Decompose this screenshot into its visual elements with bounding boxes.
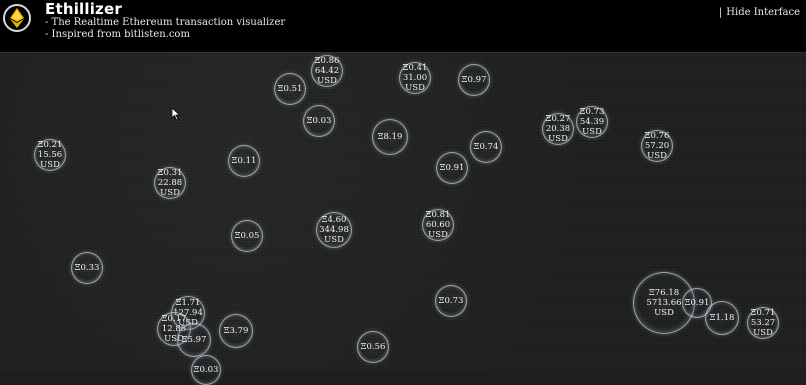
transaction-bubble[interactable]: Ξ0.03 [191, 355, 221, 385]
transaction-bubble[interactable]: Ξ5.97 [177, 323, 211, 357]
header-bar: Ethillizer - The Realtime Ethereum trans… [0, 0, 806, 53]
bubble-eth-value: Ξ0.17 [161, 314, 187, 324]
transaction-bubble[interactable]: Ξ1.18 [705, 301, 739, 335]
bubble-eth-value: Ξ0.51 [277, 84, 303, 94]
transaction-bubble[interactable]: Ξ0.05 [231, 220, 263, 252]
transaction-bubble[interactable]: Ξ0.03 [303, 105, 335, 137]
bubble-usd-value: 20.38 [545, 124, 571, 134]
bubble-unit-value: USD [548, 134, 568, 144]
subtitle-line: - Inspired from bitlisten.com [45, 29, 190, 40]
bubble-unit-value: USD [753, 328, 773, 338]
bubble-unit-value: USD [428, 230, 448, 240]
bubble-eth-value: Ξ0.74 [473, 142, 499, 152]
transaction-bubble[interactable]: Ξ0.21 15.56 USD [34, 139, 66, 171]
mouse-pointer-icon [172, 108, 181, 121]
bubble-eth-value: Ξ0.33 [74, 263, 100, 273]
bubble-unit-value: USD [40, 160, 60, 170]
transaction-bubble[interactable]: Ξ0.11 [228, 145, 260, 177]
transaction-bubble[interactable]: Ξ3.79 [219, 314, 253, 348]
transaction-bubble[interactable]: Ξ0.73 54.39 USD [576, 106, 608, 138]
bubble-unit-value: USD [647, 151, 667, 161]
bubble-unit-value: USD [317, 76, 337, 86]
transaction-bubble[interactable]: Ξ0.86 64.42 USD [311, 55, 343, 87]
bubble-usd-value: 31.00 [402, 73, 428, 83]
app-title: Ethillizer [45, 0, 122, 18]
transaction-bubble[interactable]: Ξ0.41 31.00 USD [399, 62, 431, 94]
separator: | [718, 7, 723, 18]
bubble-usd-value: 64.42 [314, 66, 340, 76]
transaction-bubble[interactable]: Ξ0.91 [436, 152, 468, 184]
bubble-usd-value: 60.60 [425, 220, 451, 230]
bubble-eth-value: Ξ0.27 [545, 114, 571, 124]
bubble-eth-value: Ξ0.05 [234, 231, 260, 241]
transaction-bubble[interactable]: Ξ0.81 60.60 USD [422, 209, 454, 241]
bubble-eth-value: Ξ0.03 [306, 116, 332, 126]
bubble-eth-value: Ξ0.76 [644, 131, 670, 141]
bubble-eth-value: Ξ0.11 [231, 156, 257, 166]
transaction-bubble[interactable]: Ξ0.31 22.88 USD [154, 167, 186, 199]
bubble-eth-value: Ξ4.60 [321, 215, 347, 225]
bubble-eth-value: Ξ5.97 [181, 335, 207, 345]
bubble-unit-value: USD [654, 308, 674, 318]
bubble-usd-value: 344.98 [319, 225, 349, 235]
transaction-bubble[interactable]: Ξ0.74 [470, 131, 502, 163]
transaction-bubble[interactable]: Ξ4.60 344.98 USD [316, 212, 352, 248]
bubble-usd-value: 22.88 [157, 178, 183, 188]
bubble-eth-value: Ξ0.73 [438, 296, 464, 306]
bubble-usd-value: 57.20 [644, 141, 670, 151]
bubble-unit-value: USD [405, 83, 425, 93]
bubble-eth-value: Ξ76.18 [648, 288, 680, 298]
bubble-eth-value: Ξ0.73 [579, 107, 605, 117]
bubble-usd-value: 5713.66 [646, 298, 682, 308]
bubble-eth-value: Ξ1.71 [175, 298, 201, 308]
bubble-usd-value: 54.39 [579, 117, 605, 127]
transaction-bubble[interactable]: Ξ0.56 [357, 331, 389, 363]
bubble-eth-value: Ξ0.56 [360, 342, 386, 352]
transaction-bubble[interactable]: Ξ0.27 20.38 USD [542, 113, 574, 145]
subtitle-line: - The Realtime Ethereum transaction visu… [45, 17, 286, 28]
transaction-bubble[interactable]: Ξ0.33 [71, 252, 103, 284]
bubble-eth-value: Ξ0.81 [425, 210, 451, 220]
transaction-bubble[interactable]: Ξ0.71 53.27 USD [747, 307, 779, 339]
transaction-bubble[interactable]: Ξ0.76 57.20 USD [641, 130, 673, 162]
bubble-eth-value: Ξ0.31 [157, 168, 183, 178]
transaction-bubble[interactable]: Ξ0.73 [435, 285, 467, 317]
bubble-usd-value: 53.27 [750, 318, 776, 328]
bubble-unit-value: USD [324, 235, 344, 245]
bubble-eth-value: Ξ1.18 [709, 313, 735, 323]
bubble-eth-value: Ξ0.97 [461, 75, 487, 85]
bubble-usd-value: 15.56 [37, 150, 63, 160]
transaction-bubble[interactable]: Ξ8.19 [372, 119, 408, 155]
bubble-eth-value: Ξ0.91 [439, 163, 465, 173]
bubble-eth-value: Ξ0.41 [402, 63, 428, 73]
hide-interface-label: Hide Interface [726, 7, 800, 18]
bubble-unit-value: USD [582, 127, 602, 137]
transaction-bubble[interactable]: Ξ0.97 [458, 64, 490, 96]
bubble-unit-value: USD [160, 188, 180, 198]
transaction-bubble[interactable]: Ξ0.51 [274, 73, 306, 105]
bubble-eth-value: Ξ0.86 [314, 56, 340, 66]
bubble-eth-value: Ξ3.79 [223, 326, 249, 336]
bubble-eth-value: Ξ0.21 [37, 140, 63, 150]
ethereum-logo-icon [3, 4, 31, 32]
bubble-eth-value: Ξ0.91 [684, 298, 710, 308]
bubble-eth-value: Ξ8.19 [377, 132, 403, 142]
hide-interface-link[interactable]: | Hide Interface [719, 7, 800, 18]
bubble-eth-value: Ξ0.03 [193, 365, 219, 375]
bubble-eth-value: Ξ0.71 [750, 308, 776, 318]
